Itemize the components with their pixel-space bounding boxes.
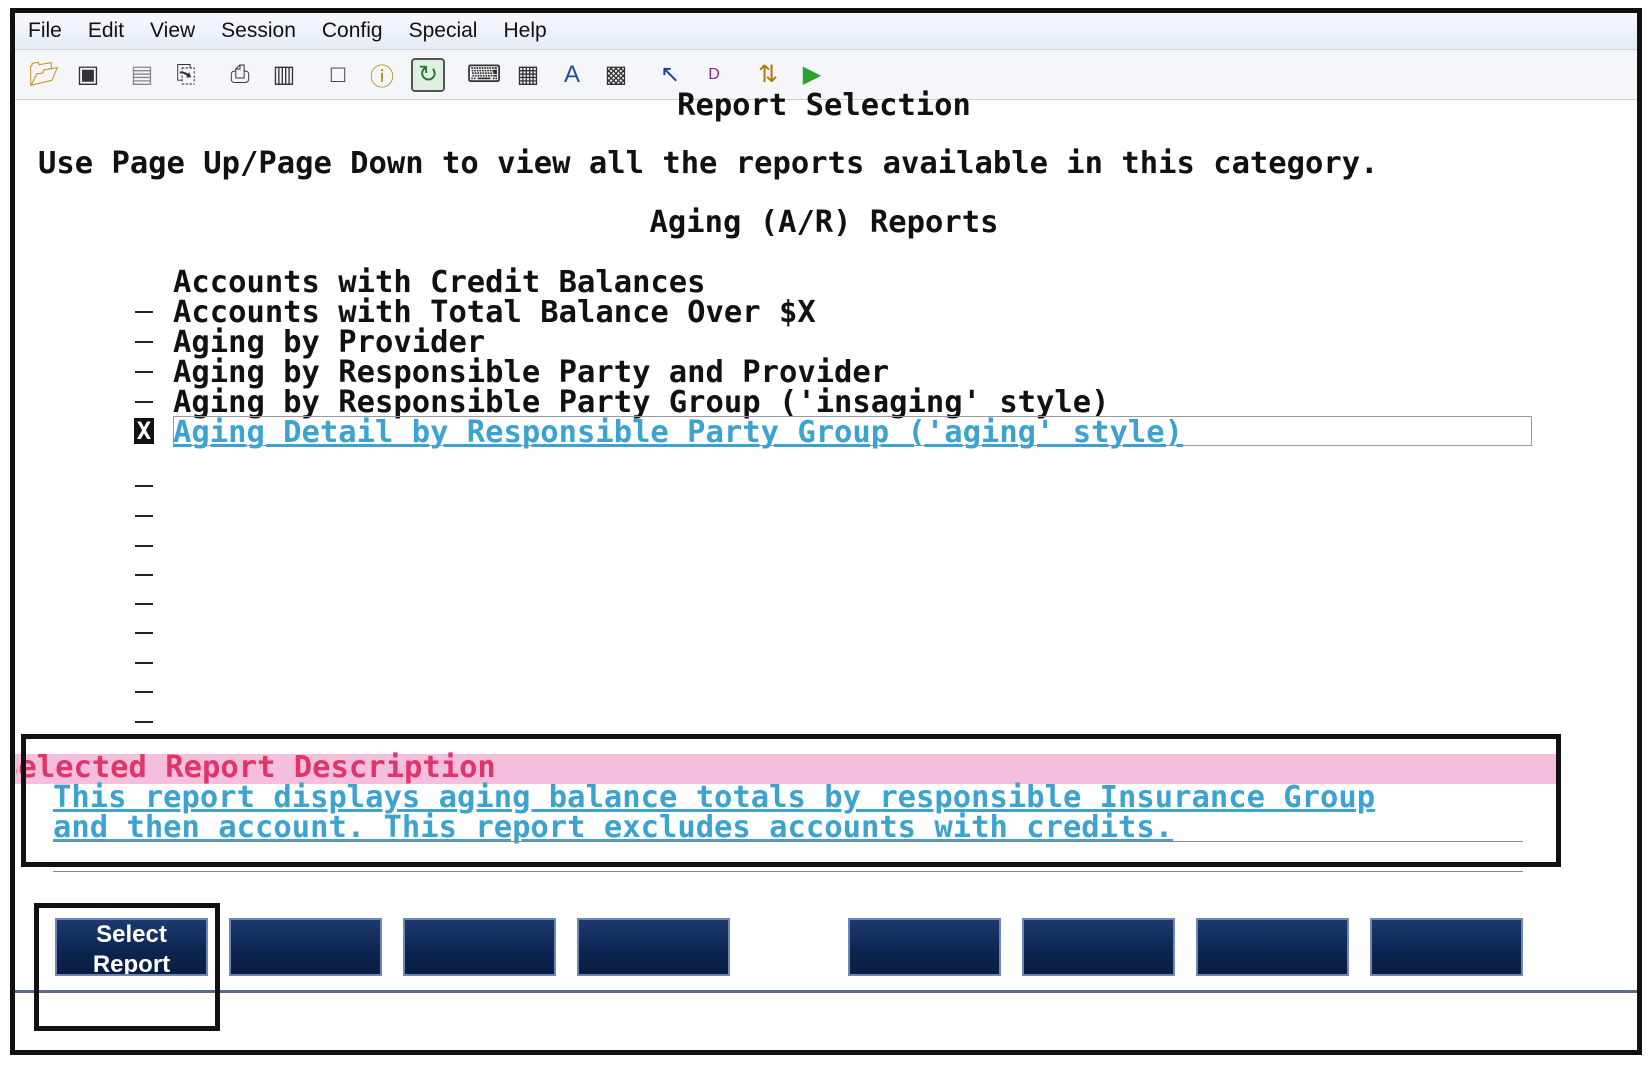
instructions-text: Use Page Up/Page Down to view all the re… (38, 146, 1379, 181)
page-title: Report Selection (677, 88, 971, 123)
selection-marker[interactable] (135, 371, 153, 373)
selection-marker[interactable] (135, 311, 153, 313)
function-key-6[interactable] (1022, 918, 1175, 976)
selection-marker[interactable] (135, 662, 153, 664)
description-annotation-box (21, 734, 1561, 867)
selection-marker[interactable] (135, 401, 153, 403)
function-key-3[interactable] (403, 918, 556, 976)
selection-marker[interactable] (135, 341, 153, 343)
selection-marker-checked[interactable]: X (134, 418, 154, 444)
function-key-7[interactable] (1196, 918, 1349, 976)
selection-marker[interactable] (135, 632, 153, 634)
function-key-2[interactable] (229, 918, 382, 976)
function-key-4[interactable] (577, 918, 730, 976)
description-divider (53, 871, 1523, 872)
selection-marker[interactable] (135, 515, 153, 517)
selection-marker[interactable] (135, 691, 153, 693)
selection-marker[interactable] (135, 603, 153, 605)
category-title: Aging (A/R) Reports (649, 205, 999, 240)
selection-marker[interactable] (135, 485, 153, 487)
status-bar-line (15, 990, 1637, 993)
function-key-8[interactable] (1370, 918, 1523, 976)
function-key-5[interactable] (848, 918, 1001, 976)
button-annotation-box (34, 903, 220, 1031)
selection-marker[interactable] (135, 721, 153, 723)
selection-marker[interactable] (135, 574, 153, 576)
selection-marker[interactable] (135, 545, 153, 547)
report-item-selected[interactable]: Aging Detail by Responsible Party Group … (173, 415, 1183, 450)
